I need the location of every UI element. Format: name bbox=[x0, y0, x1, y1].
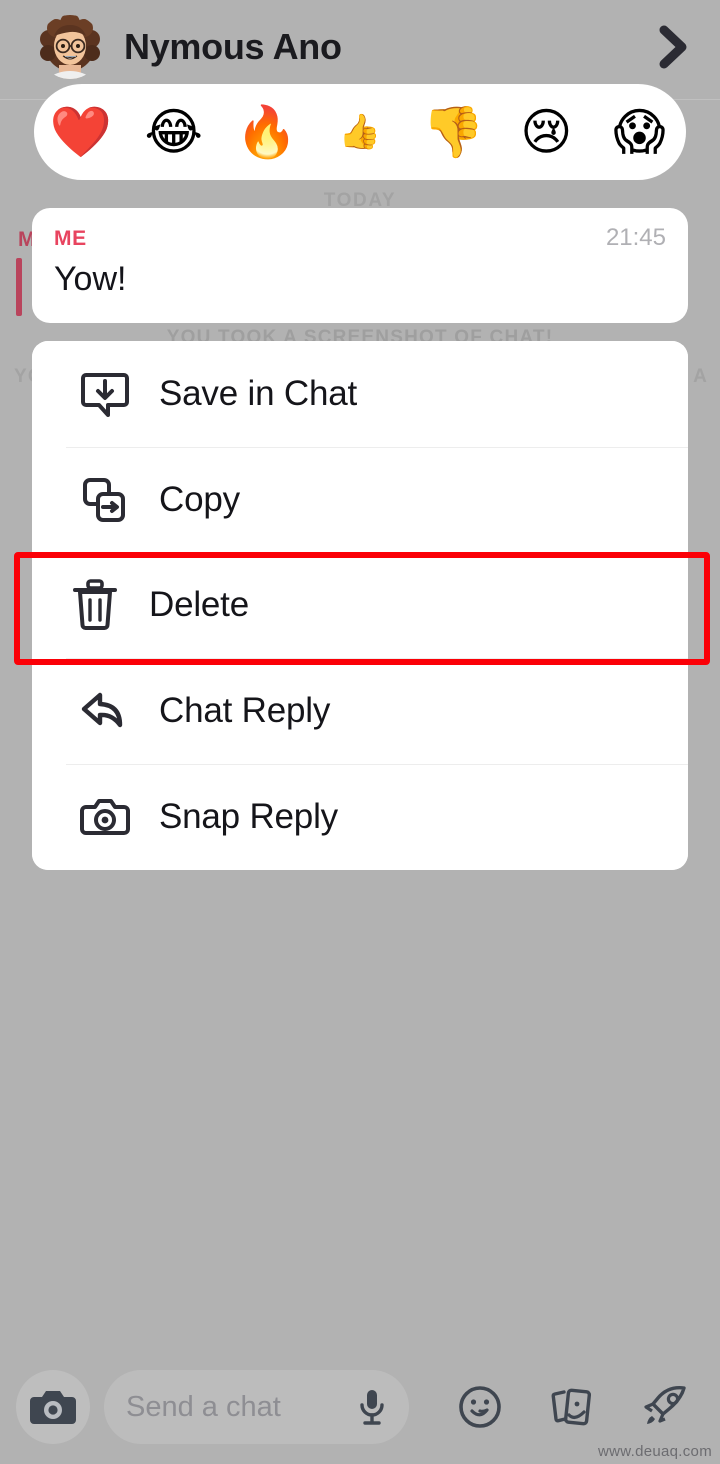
camera-icon bbox=[77, 793, 133, 841]
toolbar-icons bbox=[456, 1383, 704, 1431]
save-in-chat-icon bbox=[77, 368, 133, 420]
rocket-icon[interactable] bbox=[640, 1383, 690, 1431]
chevron-right-icon[interactable] bbox=[656, 22, 690, 72]
camera-button[interactable] bbox=[16, 1370, 90, 1444]
context-menu-label: Copy bbox=[159, 479, 240, 519]
context-menu-label: Save in Chat bbox=[159, 373, 357, 413]
obscured-text-right: A bbox=[693, 366, 708, 387]
background-message-accent-bar bbox=[16, 258, 22, 316]
shocked-face-emoji[interactable]: 😱 bbox=[593, 107, 686, 157]
cameos-icon[interactable] bbox=[548, 1383, 596, 1431]
contact-name[interactable]: Nymous Ano bbox=[124, 26, 342, 68]
focused-message-bubble[interactable]: ME 21:45 Yow! bbox=[32, 208, 688, 323]
context-menu-item-chat-reply[interactable]: Chat Reply bbox=[32, 658, 688, 765]
snapchat-chat-screen: TODAY M YOU TOOK A SCREENSHOT OF CHAT! Y… bbox=[0, 0, 720, 1464]
context-menu-label: Chat Reply bbox=[159, 691, 331, 731]
context-menu-item-snap-reply[interactable]: Snap Reply bbox=[32, 764, 688, 870]
emoji-reaction-bar[interactable]: ❤️ 😂 🔥 👍 👎 😢 😱 bbox=[34, 84, 686, 180]
thumbs-down-emoji[interactable]: 👎 bbox=[407, 107, 500, 157]
context-menu-label: Snap Reply bbox=[159, 797, 338, 837]
fire-emoji[interactable]: 🔥 bbox=[220, 107, 313, 157]
chat-input-field[interactable]: Send a chat bbox=[104, 1370, 409, 1444]
microphone-icon[interactable] bbox=[357, 1386, 387, 1428]
message-text: Yow! bbox=[54, 260, 127, 298]
message-context-menu[interactable]: Save in Chat Copy Delete Chat Reply Snap… bbox=[32, 341, 688, 870]
context-menu-item-copy[interactable]: Copy bbox=[32, 446, 688, 553]
message-timestamp: 21:45 bbox=[605, 224, 666, 251]
message-header: ME 21:45 bbox=[54, 224, 666, 252]
copy-icon bbox=[77, 474, 133, 526]
context-menu-item-save-in-chat[interactable]: Save in Chat bbox=[32, 341, 688, 447]
heart-emoji[interactable]: ❤️ bbox=[34, 107, 127, 157]
joy-emoji[interactable]: 😂 bbox=[127, 107, 220, 157]
avatar[interactable] bbox=[38, 15, 102, 79]
context-menu-label: Delete bbox=[149, 585, 249, 625]
chat-input-placeholder: Send a chat bbox=[126, 1390, 281, 1423]
thumbs-up-emoji[interactable]: 👍 bbox=[313, 115, 406, 149]
trash-icon bbox=[67, 577, 123, 633]
smiley-icon[interactable] bbox=[456, 1383, 504, 1431]
reply-arrow-icon bbox=[77, 687, 133, 735]
pleading-face-emoji[interactable]: 😢 bbox=[500, 107, 593, 157]
site-watermark: www.deuaq.com bbox=[598, 1443, 712, 1460]
context-menu-item-delete[interactable]: Delete bbox=[32, 552, 688, 659]
message-sender-label: ME bbox=[54, 227, 87, 250]
